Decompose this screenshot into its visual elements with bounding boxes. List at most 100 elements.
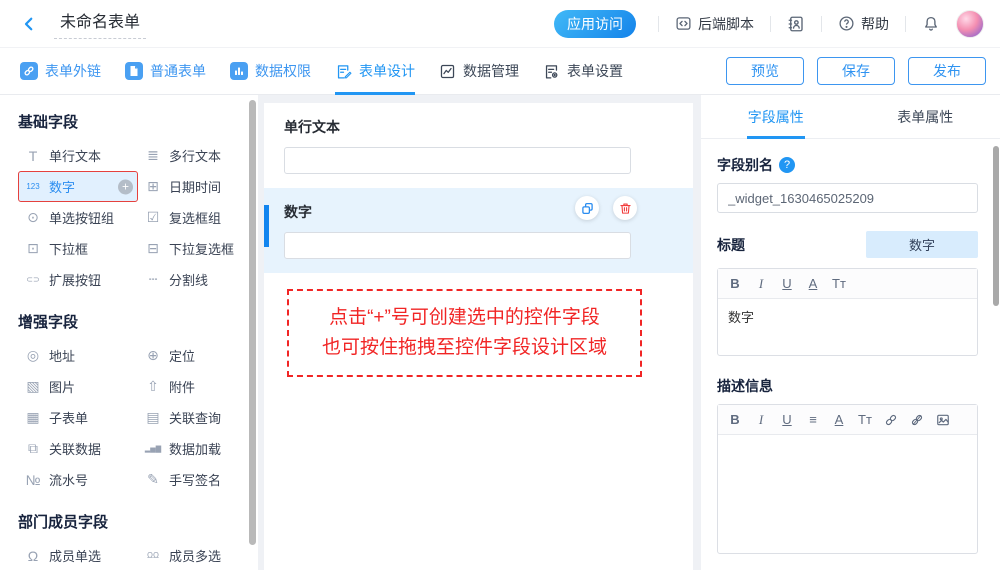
tab-form-properties[interactable]: 表单属性 bbox=[851, 95, 1000, 138]
radio-icon: ⊙ bbox=[23, 209, 43, 226]
field-item-label: 下拉复选框 bbox=[169, 239, 234, 258]
form-title[interactable]: 未命名表单 bbox=[54, 8, 146, 39]
field-item-single-line-text[interactable]: T单行文本 bbox=[18, 140, 138, 171]
font-color-button[interactable]: A bbox=[800, 276, 826, 291]
field-item-member-single[interactable]: Ω成员单选 bbox=[18, 540, 138, 570]
underline-button[interactable]: U bbox=[774, 412, 800, 427]
field-item-data-load[interactable]: ▂▅▇数据加载 bbox=[138, 433, 242, 464]
trash-icon bbox=[619, 202, 632, 215]
italic-button[interactable]: I bbox=[748, 276, 774, 292]
field-item-radio-group[interactable]: ⊙ 单选按钮组 bbox=[18, 202, 138, 233]
multi-line-text-icon: ≣ bbox=[143, 147, 163, 164]
tab-normal-form[interactable]: 普通表单 bbox=[125, 48, 206, 95]
field-item-subform[interactable]: ▦ 子表单 bbox=[18, 402, 138, 433]
canvas-field-number[interactable]: 数字 bbox=[264, 188, 693, 273]
section-title-member-fields: 部门成员字段 bbox=[18, 511, 244, 532]
tab-form-settings[interactable]: 表单设置 bbox=[543, 48, 623, 95]
app-access-button[interactable]: 应用访问 bbox=[554, 10, 636, 38]
insert-link-button[interactable] bbox=[878, 413, 904, 427]
field-item-member-multi[interactable]: ΩΩ成员多选 bbox=[138, 540, 242, 570]
bold-button[interactable]: B bbox=[722, 412, 748, 427]
question-circle-icon bbox=[838, 15, 855, 32]
field-item-number[interactable]: 123数字+ bbox=[18, 171, 138, 202]
field-alias-input[interactable] bbox=[717, 183, 978, 213]
nav-action-buttons: 预览 保存 发布 bbox=[726, 57, 986, 85]
panel-scrollbar[interactable] bbox=[993, 146, 999, 306]
dropdown-check-icon: ⊟ bbox=[143, 240, 163, 257]
field-item-datetime[interactable]: ⊞日期时间 bbox=[138, 171, 242, 202]
user-avatar[interactable] bbox=[956, 10, 984, 38]
underline-button[interactable]: U bbox=[774, 276, 800, 291]
bold-button[interactable]: B bbox=[722, 276, 748, 291]
canvas-field-label: 单行文本 bbox=[284, 117, 673, 137]
sidebar-scrollbar[interactable] bbox=[249, 100, 256, 545]
number-input[interactable] bbox=[284, 232, 631, 259]
insert-image-button[interactable] bbox=[930, 413, 956, 427]
remove-link-button[interactable] bbox=[904, 413, 930, 427]
address-book-button[interactable] bbox=[787, 15, 805, 33]
tab-label: 数据管理 bbox=[463, 61, 519, 81]
single-line-text-icon: T bbox=[23, 148, 43, 164]
field-item-label: 地址 bbox=[49, 346, 75, 365]
help-button[interactable]: 帮助 bbox=[838, 14, 889, 34]
field-item-related-query[interactable]: ▤关联查询 bbox=[138, 402, 242, 433]
back-button[interactable] bbox=[16, 11, 42, 37]
backend-script-button[interactable]: 后端脚本 bbox=[675, 14, 754, 34]
font-size-button[interactable]: Tт bbox=[852, 412, 878, 427]
align-button[interactable]: ≡ bbox=[800, 412, 826, 427]
divider bbox=[770, 16, 771, 32]
field-item-divider-line[interactable]: ┄分割线 bbox=[138, 264, 242, 295]
field-item-label: 单选按钮组 bbox=[49, 208, 114, 227]
publish-button[interactable]: 发布 bbox=[908, 57, 986, 85]
duplicate-field-button[interactable] bbox=[575, 196, 599, 220]
checkbox-icon: ☑ bbox=[143, 209, 163, 226]
hint-text-line-2: 也可按住拖拽至控件字段设计区域 bbox=[291, 333, 638, 363]
save-button[interactable]: 保存 bbox=[817, 57, 895, 85]
italic-button[interactable]: I bbox=[748, 412, 774, 428]
field-item-dropdown-multi[interactable]: ⊟ 下拉复选框 bbox=[138, 233, 242, 264]
field-item-address[interactable]: ◎地址 bbox=[18, 340, 138, 371]
notifications-button[interactable] bbox=[922, 15, 940, 33]
field-item-serial-number[interactable]: №流水号 bbox=[18, 464, 138, 495]
field-item-dropdown[interactable]: ⊡下拉框 bbox=[18, 233, 138, 264]
field-item-image[interactable]: ▧图片 bbox=[18, 371, 138, 402]
field-item-label: 附件 bbox=[169, 377, 195, 396]
add-field-plus-button[interactable]: + bbox=[118, 179, 133, 194]
field-item-extend-button[interactable]: ⊂⊃扩展按钮 bbox=[18, 264, 138, 295]
alias-help-icon[interactable]: ? bbox=[779, 157, 795, 173]
canvas-field-single-line-text[interactable]: 单行文本 bbox=[264, 103, 693, 188]
description-editor-content[interactable] bbox=[718, 435, 977, 553]
field-item-label: 成员多选 bbox=[169, 546, 221, 565]
tab-form-external-link[interactable]: 表单外链 bbox=[20, 48, 101, 95]
font-size-button[interactable]: Tт bbox=[826, 276, 852, 291]
person-icon: Ω bbox=[23, 548, 43, 564]
field-item-label: 数据加载 bbox=[169, 439, 221, 458]
field-item-label: 子表单 bbox=[49, 408, 88, 427]
tab-field-properties[interactable]: 字段属性 bbox=[701, 95, 851, 138]
field-item-geolocation[interactable]: ⊕定位 bbox=[138, 340, 242, 371]
tab-label: 表单设计 bbox=[359, 61, 415, 81]
tab-data-permission[interactable]: 数据权限 bbox=[230, 48, 311, 95]
tab-form-design[interactable]: 表单设计 bbox=[335, 48, 415, 95]
related-data-icon: ⧉ bbox=[23, 440, 43, 457]
field-item-attachment[interactable]: ⇧附件 bbox=[138, 371, 242, 402]
single-line-text-input[interactable] bbox=[284, 147, 631, 174]
field-item-label: 扩展按钮 bbox=[49, 270, 101, 289]
delete-field-button[interactable] bbox=[613, 196, 637, 220]
font-color-button[interactable]: A bbox=[826, 412, 852, 427]
tab-data-management[interactable]: 数据管理 bbox=[439, 48, 519, 95]
table-icon: ▦ bbox=[23, 409, 43, 426]
title-editor-content[interactable]: 数字 bbox=[718, 299, 977, 355]
calendar-icon: ⊞ bbox=[143, 178, 163, 195]
title-editor-toolbar: B I U A Tт bbox=[718, 269, 977, 299]
divider bbox=[905, 16, 906, 32]
field-item-related-data[interactable]: ⧉关联数据 bbox=[18, 433, 138, 464]
preview-button[interactable]: 预览 bbox=[726, 57, 804, 85]
field-item-handwritten-signature[interactable]: ✎手写签名 bbox=[138, 464, 242, 495]
bar-chart-icon bbox=[230, 62, 248, 80]
code-icon bbox=[675, 15, 692, 32]
field-item-checkbox-group[interactable]: ☑复选框组 bbox=[138, 202, 242, 233]
field-item-label: 数字 bbox=[49, 177, 75, 196]
field-item-multi-line-text[interactable]: ≣多行文本 bbox=[138, 140, 242, 171]
field-type-badge: 数字 bbox=[866, 231, 978, 258]
